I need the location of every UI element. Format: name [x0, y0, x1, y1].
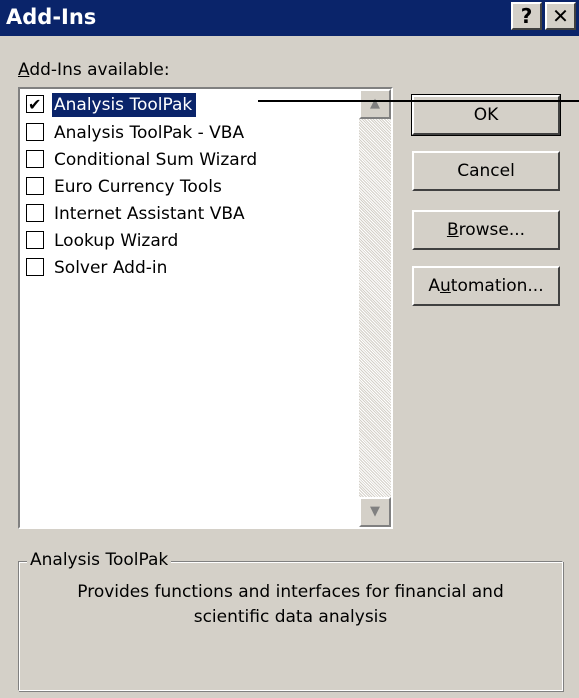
list-item-label: Euro Currency Tools — [54, 177, 222, 197]
list-item-label: Lookup Wizard — [54, 231, 179, 251]
close-button[interactable]: ✕ — [545, 2, 576, 30]
description-group: Analysis ToolPak Provides functions and … — [18, 550, 563, 691]
list-item-label: Analysis ToolPak - VBA — [54, 123, 245, 143]
vertical-scrollbar[interactable]: ▲ ▼ — [359, 89, 391, 527]
cancel-button[interactable]: Cancel — [412, 151, 560, 191]
description-title: Analysis ToolPak — [27, 550, 172, 570]
list-item-label: Analysis ToolPak — [52, 93, 197, 117]
scroll-down-button[interactable]: ▼ — [359, 497, 391, 527]
browse-button[interactable]: Browse... — [412, 210, 560, 250]
addins-listbox[interactable]: ✔ Analysis ToolPak Analysis ToolPak - VB… — [18, 87, 393, 529]
checkbox-analysis-toolpak[interactable]: ✔ — [26, 95, 44, 114]
window-title: Add-Ins — [6, 5, 97, 29]
addins-available-label: Add-Ins available: — [18, 60, 170, 80]
list-item-label: Solver Add-in — [54, 258, 168, 278]
checkbox-euro-currency-tools[interactable] — [26, 177, 44, 195]
help-button[interactable]: ? — [511, 2, 542, 30]
list-item-label: Conditional Sum Wizard — [54, 150, 258, 170]
checkbox-lookup-wizard[interactable] — [26, 231, 44, 249]
checkbox-solver-add-in[interactable] — [26, 258, 44, 276]
arrow-down-icon: ▼ — [370, 504, 380, 519]
help-icon: ? — [520, 4, 533, 28]
addins-list: ✔ Analysis ToolPak Analysis ToolPak - VB… — [20, 89, 363, 527]
callout-line — [258, 100, 579, 102]
checkbox-internet-assistant-vba[interactable] — [26, 204, 44, 222]
checkbox-analysis-toolpak-vba[interactable] — [26, 123, 44, 141]
close-icon: ✕ — [552, 4, 569, 28]
title-bar[interactable]: Add-Ins ? ✕ — [0, 0, 579, 36]
description-text: Provides functions and interfaces for fi… — [77, 582, 504, 627]
list-item-label: Internet Assistant VBA — [54, 204, 245, 224]
checkbox-conditional-sum-wizard[interactable] — [26, 150, 44, 168]
scroll-up-button[interactable]: ▲ — [359, 89, 391, 119]
add-ins-dialog: Add-Ins ? ✕ Add-Ins available: ✔ Analysi… — [0, 0, 579, 698]
arrow-up-icon: ▲ — [370, 96, 380, 111]
automation-button[interactable]: Automation... — [412, 266, 560, 306]
checkmark-icon: ✔ — [28, 95, 42, 114]
